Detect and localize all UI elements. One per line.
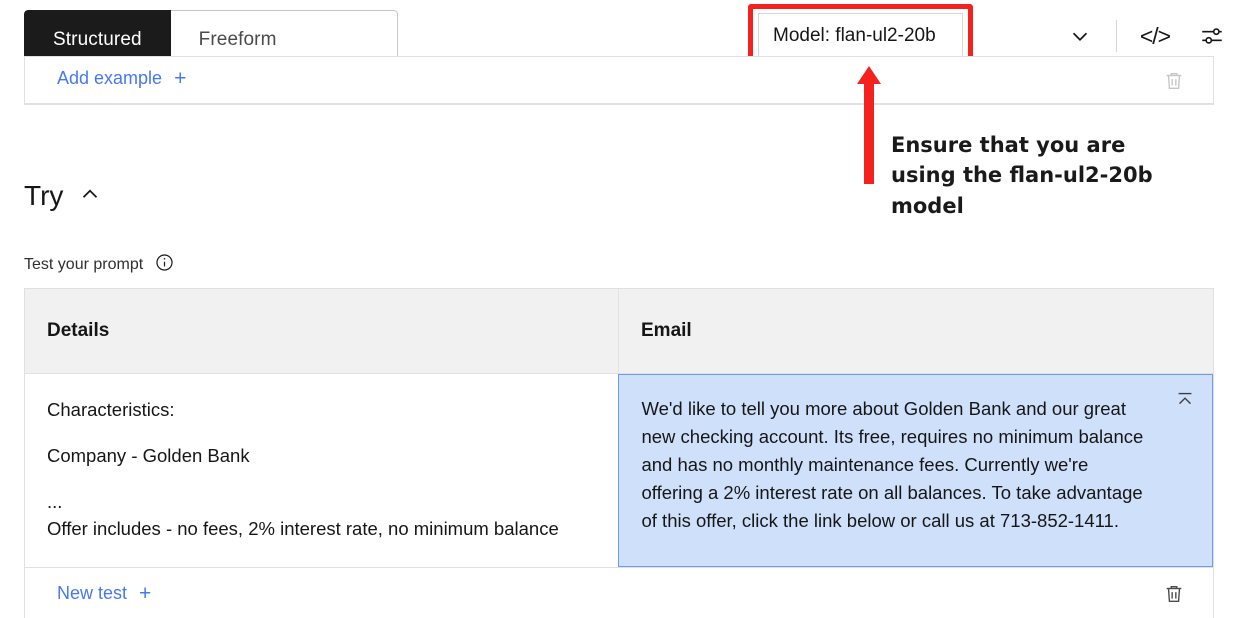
add-example-label: Add example bbox=[57, 68, 163, 88]
chevron-down-icon[interactable] bbox=[1060, 16, 1100, 56]
model-selector-label: Model: flan-ul2-20b bbox=[773, 24, 936, 46]
email-text: We'd like to tell you more about Golden … bbox=[641, 398, 1144, 532]
page-title: Try bbox=[24, 180, 64, 211]
column-header-details: Details bbox=[25, 289, 619, 373]
add-example-button[interactable]: Add example + bbox=[57, 68, 186, 89]
details-line-4: Offer includes - no fees, 2% interest ra… bbox=[47, 518, 559, 540]
try-section-header[interactable]: Try bbox=[24, 180, 103, 212]
annotation-arrow-icon bbox=[857, 66, 881, 184]
info-icon[interactable] bbox=[155, 253, 174, 277]
collapse-up-icon[interactable] bbox=[1174, 389, 1196, 411]
annotation-text: Ensure that you are using the flan-ul2-2… bbox=[891, 133, 1153, 218]
details-line-1: Characteristics: bbox=[47, 399, 175, 420]
test-your-prompt-label-group: Test your prompt bbox=[24, 253, 174, 277]
test-your-prompt-label: Test your prompt bbox=[24, 256, 144, 273]
details-line-3: ... bbox=[47, 490, 63, 512]
new-test-button[interactable]: New test + bbox=[57, 583, 151, 604]
cell-details[interactable]: Characteristics: Company - Golden Bank .… bbox=[25, 374, 618, 567]
row-divider bbox=[24, 104, 1214, 105]
add-example-row: Add example + bbox=[24, 56, 1214, 104]
app-root: Structured Freeform Model: flan-ul2-20b … bbox=[0, 0, 1235, 618]
tab-structured-label: Structured bbox=[53, 29, 142, 50]
plus-icon: + bbox=[139, 581, 152, 605]
trash-icon[interactable] bbox=[1163, 69, 1185, 93]
sliders-icon[interactable] bbox=[1192, 16, 1232, 56]
plus-icon: + bbox=[174, 67, 187, 90]
new-test-row: New test + bbox=[25, 567, 1213, 618]
code-icon-glyph: </> bbox=[1139, 22, 1171, 49]
column-header-email: Email bbox=[641, 320, 692, 341]
cell-email[interactable]: We'd like to tell you more about Golden … bbox=[618, 374, 1213, 567]
code-icon[interactable]: </> bbox=[1135, 16, 1175, 56]
table-row: Characteristics: Company - Golden Bank .… bbox=[25, 373, 1213, 567]
table-header-row: Details Email bbox=[25, 289, 1213, 373]
new-test-label: New test bbox=[57, 582, 128, 603]
model-selector[interactable]: Model: flan-ul2-20b bbox=[758, 13, 963, 58]
chevron-up-icon[interactable] bbox=[77, 181, 103, 212]
trash-icon[interactable] bbox=[1163, 582, 1185, 606]
toolbar-divider bbox=[1116, 20, 1117, 52]
test-table: Details Email Characteristics: Company -… bbox=[24, 288, 1214, 618]
details-line-2: Company - Golden Bank bbox=[47, 444, 250, 466]
tab-freeform-label: Freeform bbox=[198, 29, 277, 50]
